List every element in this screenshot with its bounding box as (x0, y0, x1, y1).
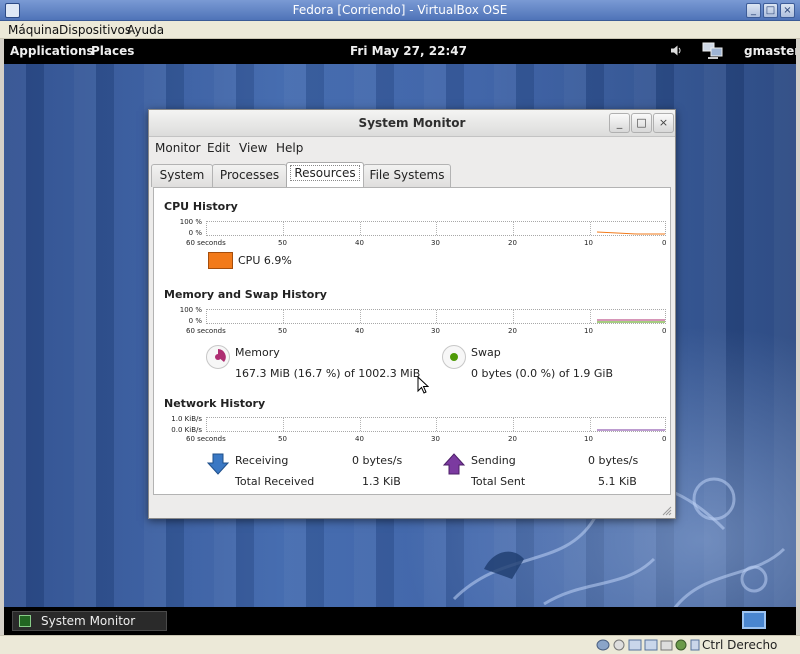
x-axis-label: 60 seconds (186, 435, 226, 443)
sending-arrow-icon[interactable] (442, 452, 466, 476)
swap-label: Swap (471, 346, 501, 359)
cpu-color-swatch[interactable] (208, 252, 233, 269)
x-axis-label: 50 (278, 435, 287, 443)
x-axis-label: 60 seconds (186, 239, 226, 247)
cpu-graph (206, 221, 666, 236)
clock[interactable]: Fri May 27, 22:47 (350, 44, 467, 58)
menu-edit[interactable]: Edit (207, 141, 230, 155)
vbox-menubar: Máquina Dispositivos Ayuda (0, 21, 800, 39)
device-status-icons[interactable] (596, 638, 700, 653)
total-received-value: 1.3 KiB (362, 475, 401, 488)
cpu-usage-label: CPU 6.9% (238, 254, 292, 267)
x-axis-label: 40 (355, 435, 364, 443)
system-monitor-icon (19, 615, 31, 627)
x-axis-label: 10 (584, 327, 593, 335)
receiving-value: 0 bytes/s (352, 454, 403, 467)
receiving-arrow-icon[interactable] (206, 452, 230, 476)
resources-panel: CPU History 100 % 0 % 60 seconds 50 40 3… (153, 187, 671, 495)
network-graph (206, 417, 666, 432)
x-axis-label: 60 seconds (186, 327, 226, 335)
vbox-titlebar: Fedora [Corriendo] - VirtualBox OSE _ □ … (0, 0, 800, 21)
vbox-window-title: Fedora [Corriendo] - VirtualBox OSE (292, 3, 508, 17)
receiving-label: Receiving (235, 454, 289, 467)
menu-dispositivos[interactable]: Dispositivos (59, 23, 131, 37)
x-axis-label: 0 (662, 327, 667, 335)
cpu-history-heading: CPU History (164, 200, 238, 213)
window-title: System Monitor (358, 116, 466, 130)
tab-bar: System Processes Resources File Systems (149, 162, 675, 188)
x-axis-label: 50 (278, 239, 287, 247)
x-axis-label: 10 (584, 435, 593, 443)
guest-desktop: Applications Places Fri May 27, 22:47 gm… (4, 39, 796, 635)
network-history-heading: Network History (164, 397, 266, 410)
net-y-bottom: 0.0 KiB/s (171, 426, 202, 434)
mouse-pointer-icon (417, 376, 429, 394)
mem-y-top: 100 % (179, 306, 202, 314)
net-y-top: 1.0 KiB/s (171, 415, 202, 423)
memory-pie-icon[interactable] (206, 345, 230, 369)
x-axis-label: 20 (508, 327, 517, 335)
gnome-top-panel: Applications Places Fri May 27, 22:47 gm… (4, 39, 796, 64)
network-line (597, 429, 665, 431)
x-axis-label: 0 (662, 239, 667, 247)
tab-resources-label: Resources (290, 165, 360, 181)
taskbar-system-monitor[interactable]: System Monitor (12, 611, 167, 631)
volume-icon[interactable] (670, 44, 683, 57)
maximize-icon[interactable]: □ (763, 3, 778, 18)
workspace-switcher[interactable] (742, 611, 766, 629)
cpu-line (596, 231, 665, 235)
system-monitor-window: System Monitor _ □ × Monitor Edit View H… (148, 109, 676, 519)
tab-system[interactable]: System (151, 164, 213, 187)
window-titlebar[interactable]: System Monitor _ □ × (149, 110, 675, 137)
memory-graph (206, 309, 666, 324)
total-received-label: Total Received (235, 475, 315, 488)
window-maximize-button[interactable]: □ (631, 113, 652, 133)
sending-value: 0 bytes/s (588, 454, 639, 467)
minimize-icon[interactable]: _ (746, 3, 761, 18)
mem-y-bottom: 0 % (188, 317, 202, 325)
swap-pie-icon[interactable] (442, 345, 466, 369)
x-axis-label: 30 (431, 435, 440, 443)
x-axis-label: 10 (584, 239, 593, 247)
window-minimize-button[interactable]: _ (609, 113, 630, 133)
x-axis-label: 0 (662, 435, 667, 443)
memory-label: Memory (235, 346, 280, 359)
host-key-label: Ctrl Derecho (702, 638, 778, 652)
menu-ayuda[interactable]: Ayuda (127, 23, 164, 37)
memory-history-heading: Memory and Swap History (164, 288, 327, 301)
swap-value: 0 bytes (0.0 %) of 1.9 GiB (471, 367, 614, 380)
x-axis-label: 30 (431, 239, 440, 247)
memory-line (597, 319, 665, 323)
gnome-bottom-panel: System Monitor (4, 607, 796, 635)
cpu-y-bottom: 0 % (188, 229, 202, 237)
menu-help[interactable]: Help (276, 141, 303, 155)
menu-monitor[interactable]: Monitor (155, 141, 201, 155)
tab-processes[interactable]: Processes (212, 164, 287, 187)
x-axis-label: 30 (431, 327, 440, 335)
taskbar-label: System Monitor (41, 614, 136, 628)
cpu-y-top: 100 % (179, 218, 202, 226)
resize-grip-icon[interactable] (662, 506, 672, 516)
menu-maquina[interactable]: Máquina (8, 23, 59, 37)
menu-view[interactable]: View (239, 141, 267, 155)
applications-menu[interactable]: Applications (10, 44, 94, 58)
network-icon[interactable] (702, 42, 724, 60)
total-sent-label: Total Sent (471, 475, 526, 488)
tab-file-systems[interactable]: File Systems (363, 164, 451, 187)
x-axis-label: 40 (355, 327, 364, 335)
tab-resources[interactable]: Resources (286, 162, 364, 188)
close-icon[interactable]: × (780, 3, 795, 18)
total-sent-value: 5.1 KiB (598, 475, 637, 488)
window-close-button[interactable]: × (653, 113, 674, 133)
x-axis-label: 40 (355, 239, 364, 247)
x-axis-label: 50 (278, 327, 287, 335)
window-menubar: Monitor Edit View Help (149, 138, 675, 160)
x-axis-label: 20 (508, 239, 517, 247)
sending-label: Sending (471, 454, 516, 467)
places-menu[interactable]: Places (91, 44, 134, 58)
memory-value: 167.3 MiB (16.7 %) of 1002.3 MiB (235, 367, 421, 380)
vbox-statusbar: Ctrl Derecho (0, 635, 800, 654)
user-menu[interactable]: gmaster (744, 44, 796, 58)
x-axis-label: 20 (508, 435, 517, 443)
